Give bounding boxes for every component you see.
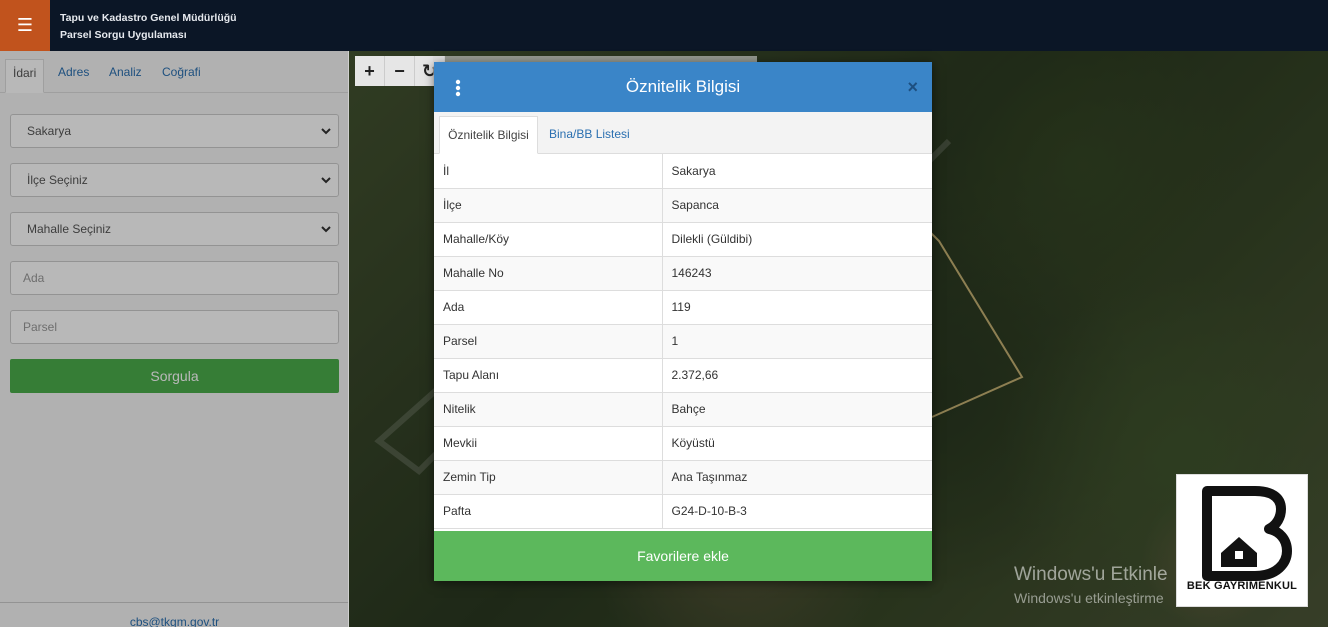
table-row: Nitelik Bahçe xyxy=(434,392,932,427)
attribute-value: 119 xyxy=(662,290,932,325)
zoom-in-button[interactable]: + xyxy=(355,56,385,86)
attribute-table: İl Sakarya İlçe Sapanca Mahalle/Köy Dilekli (… xyxy=(434,154,932,529)
attribute-value: Dilekli (Güldibi) xyxy=(662,222,932,257)
hamburger-icon[interactable]: ☰ xyxy=(0,0,50,51)
table-row: Pafta G24-D-10-B-3 xyxy=(434,494,932,529)
table-row: İl Sakarya xyxy=(434,154,932,189)
table-row: Mevkii Köyüstü xyxy=(434,426,932,461)
windows-activation-subtitle: Windows'u etkinleştirme xyxy=(1014,590,1164,606)
attribute-value: Sapanca xyxy=(662,188,932,223)
attribute-value: Ana Taşınmaz xyxy=(662,460,932,495)
modal-title: Öznitelik Bilgisi xyxy=(625,77,741,96)
windows-activation-title: Windows'u Etkinle xyxy=(1014,564,1168,585)
logo-caption: BEK GAYRİMENKUL xyxy=(1186,580,1298,592)
modal-backdrop xyxy=(0,51,348,627)
table-row: Ada 119 xyxy=(434,290,932,325)
add-favorite-button[interactable]: Favorilere ekle xyxy=(434,531,932,581)
attribute-key: İlçe xyxy=(434,188,663,223)
attribute-key: İl xyxy=(434,154,663,189)
sidebar: İdari Adres Analiz Coğrafi Sakarya İlçe … xyxy=(0,51,349,627)
attribute-value: 1 xyxy=(662,324,932,359)
attribute-key: Pafta xyxy=(434,494,663,529)
modal-header: Öznitelik Bilgisi × xyxy=(434,62,932,112)
table-row: Tapu Alanı 2.372,66 xyxy=(434,358,932,393)
map-controls: + − ↻ xyxy=(355,56,445,86)
tab-attribute-info[interactable]: Öznitelik Bilgisi xyxy=(439,116,538,154)
logo-mark-icon xyxy=(1202,486,1292,581)
attribute-key: Mahalle No xyxy=(434,256,663,291)
app-title: Parsel Sorgu Uygulaması xyxy=(60,29,187,41)
attribute-key: Ada xyxy=(434,290,663,325)
tab-building-list[interactable]: Bina/BB Listesi xyxy=(549,116,630,154)
table-row: Parsel 1 xyxy=(434,324,932,359)
company-logo: BEK GAYRİMENKUL xyxy=(1176,474,1308,607)
attribute-value: 2.372,66 xyxy=(662,358,932,393)
close-icon[interactable]: × xyxy=(907,77,918,98)
table-row: İlçe Sapanca xyxy=(434,188,932,223)
attribute-key: Mevkii xyxy=(434,426,663,461)
attribute-key: Parsel xyxy=(434,324,663,359)
attribute-value: G24-D-10-B-3 xyxy=(662,494,932,529)
attribute-value: 146243 xyxy=(662,256,932,291)
attribute-value: Sakarya xyxy=(662,154,932,189)
attribute-key: Tapu Alanı xyxy=(434,358,663,393)
table-row: Mahalle/Köy Dilekli (Güldibi) xyxy=(434,222,932,257)
org-title: Tapu ve Kadastro Genel Müdürlüğü xyxy=(60,12,237,24)
modal-tabs: Öznitelik Bilgisi Bina/BB Listesi xyxy=(434,112,932,154)
zoom-out-button[interactable]: − xyxy=(385,56,415,86)
attribute-value: Bahçe xyxy=(662,392,932,427)
attribute-key: Mahalle/Köy xyxy=(434,222,663,257)
attribute-key: Nitelik xyxy=(434,392,663,427)
attribute-value: Köyüstü xyxy=(662,426,932,461)
attribute-key: Zemin Tip xyxy=(434,460,663,495)
attribute-modal: Öznitelik Bilgisi × Öznitelik Bilgisi Bi… xyxy=(434,62,932,581)
app-titles: Tapu ve Kadastro Genel Müdürlüğü Parsel … xyxy=(60,10,237,44)
table-row: Zemin Tip Ana Taşınmaz xyxy=(434,460,932,495)
table-row: Mahalle No 146243 xyxy=(434,256,932,291)
top-bar: ☰ Tapu ve Kadastro Genel Müdürlüğü Parse… xyxy=(0,0,1328,51)
